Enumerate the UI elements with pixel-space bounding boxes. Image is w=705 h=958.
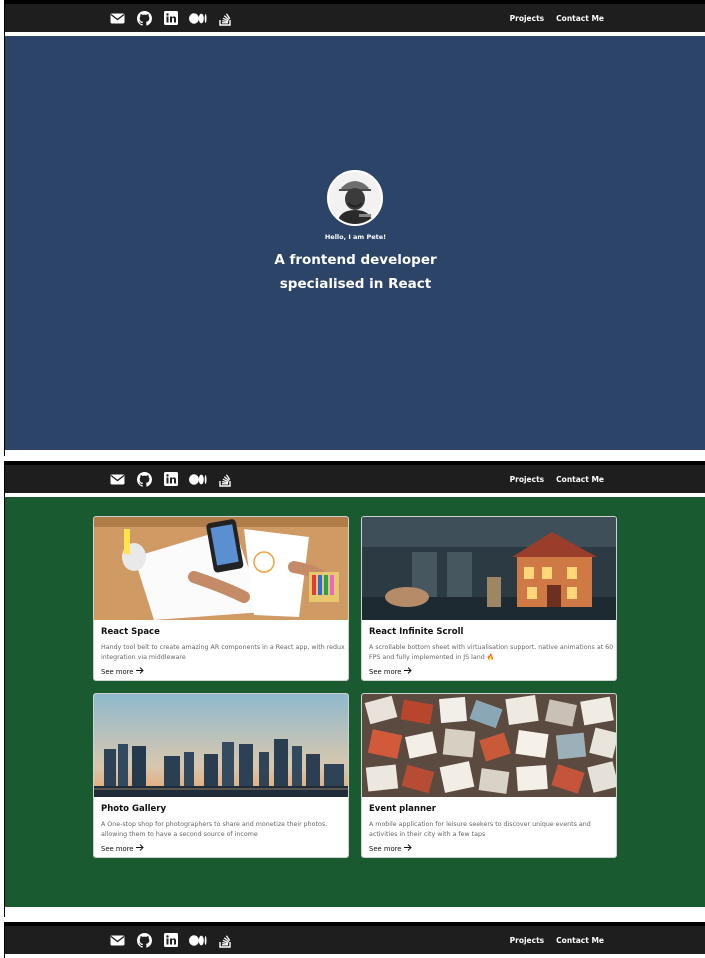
nav-link-contact[interactable]: Contact Me xyxy=(556,14,604,23)
github-icon[interactable] xyxy=(135,470,153,488)
project-image xyxy=(362,517,616,620)
linkedin-icon[interactable] xyxy=(162,470,180,488)
see-more-link[interactable]: See more xyxy=(101,844,145,853)
project-image xyxy=(94,694,348,797)
social-icons xyxy=(108,465,234,493)
nav-link-projects[interactable]: Projects xyxy=(510,475,545,484)
medium-icon[interactable] xyxy=(189,470,207,488)
contact-screenshot: Projects Contact Me xyxy=(4,922,705,958)
stackoverflow-icon[interactable] xyxy=(216,9,234,27)
stackoverflow-icon[interactable] xyxy=(216,931,234,949)
hero-tagline-line1: A frontend developer xyxy=(274,252,437,268)
hero-screenshot: Projects Contact Me Hello, I am Pete! A … xyxy=(4,0,705,456)
nav-link-contact[interactable]: Contact Me xyxy=(556,475,604,484)
navbar: Projects Contact Me xyxy=(5,461,705,493)
arrow-right-icon xyxy=(404,844,413,853)
project-title: React Space xyxy=(101,627,160,637)
envelope-icon[interactable] xyxy=(108,931,126,949)
medium-icon[interactable] xyxy=(189,9,207,27)
nav-link-projects[interactable]: Projects xyxy=(510,14,545,23)
navbar: Projects Contact Me xyxy=(5,922,705,954)
project-description: A One-stop shop for photographers to sha… xyxy=(101,821,328,838)
see-more-link[interactable]: See more xyxy=(369,667,413,676)
github-icon[interactable] xyxy=(135,9,153,27)
github-icon[interactable] xyxy=(135,931,153,949)
nav-links: Projects Contact Me xyxy=(510,4,604,32)
project-image xyxy=(362,694,616,797)
project-card[interactable]: React Infinite Scroll A scrollable botto… xyxy=(361,516,617,681)
hero-greeting: Hello, I am Pete! xyxy=(324,233,387,241)
envelope-icon[interactable] xyxy=(108,470,126,488)
stackoverflow-icon[interactable] xyxy=(216,470,234,488)
linkedin-icon[interactable] xyxy=(162,931,180,949)
project-description: Handy tool belt to create amazing AR com… xyxy=(101,644,345,661)
arrow-right-icon xyxy=(404,667,413,676)
projects-section: React Space Handy tool belt to create am… xyxy=(5,497,705,907)
see-more-label: See more xyxy=(369,844,402,853)
project-image xyxy=(94,517,348,620)
project-card[interactable]: Photo Gallery A One-stop shop for photog… xyxy=(93,693,349,858)
arrow-right-icon xyxy=(136,667,145,676)
see-more-label: See more xyxy=(101,667,134,676)
nav-link-contact[interactable]: Contact Me xyxy=(556,936,604,945)
social-icons xyxy=(108,4,234,32)
avatar xyxy=(327,170,383,226)
arrow-right-icon xyxy=(136,844,145,853)
linkedin-icon[interactable] xyxy=(162,9,180,27)
see-more-label: See more xyxy=(369,667,402,676)
project-card[interactable]: Event planner A mobile application for l… xyxy=(361,693,617,858)
social-icons xyxy=(108,926,234,954)
project-title: React Infinite Scroll xyxy=(369,627,464,637)
see-more-link[interactable]: See more xyxy=(101,667,145,676)
navbar: Projects Contact Me xyxy=(5,0,705,32)
see-more-label: See more xyxy=(101,844,134,853)
project-title: Photo Gallery xyxy=(101,804,167,814)
hero-tagline-line2: specialised in React xyxy=(279,276,432,292)
hero-tagline: A frontend developer specialised in Reac… xyxy=(5,248,705,296)
envelope-icon[interactable] xyxy=(108,9,126,27)
projects-screenshot: Projects Contact Me React Space Handy to… xyxy=(4,461,705,917)
project-card[interactable]: React Space Handy tool belt to create am… xyxy=(93,516,349,681)
project-description: A mobile application for leisure seekers… xyxy=(369,821,591,838)
project-description: A scrollable bottom sheet with virtualis… xyxy=(369,644,614,661)
nav-links: Projects Contact Me xyxy=(510,926,604,954)
see-more-link[interactable]: See more xyxy=(369,844,413,853)
project-title: Event planner xyxy=(369,804,436,814)
nav-links: Projects Contact Me xyxy=(510,465,604,493)
medium-icon[interactable] xyxy=(189,931,207,949)
nav-link-projects[interactable]: Projects xyxy=(510,936,545,945)
hero-section: Hello, I am Pete! A frontend developer s… xyxy=(5,36,705,450)
